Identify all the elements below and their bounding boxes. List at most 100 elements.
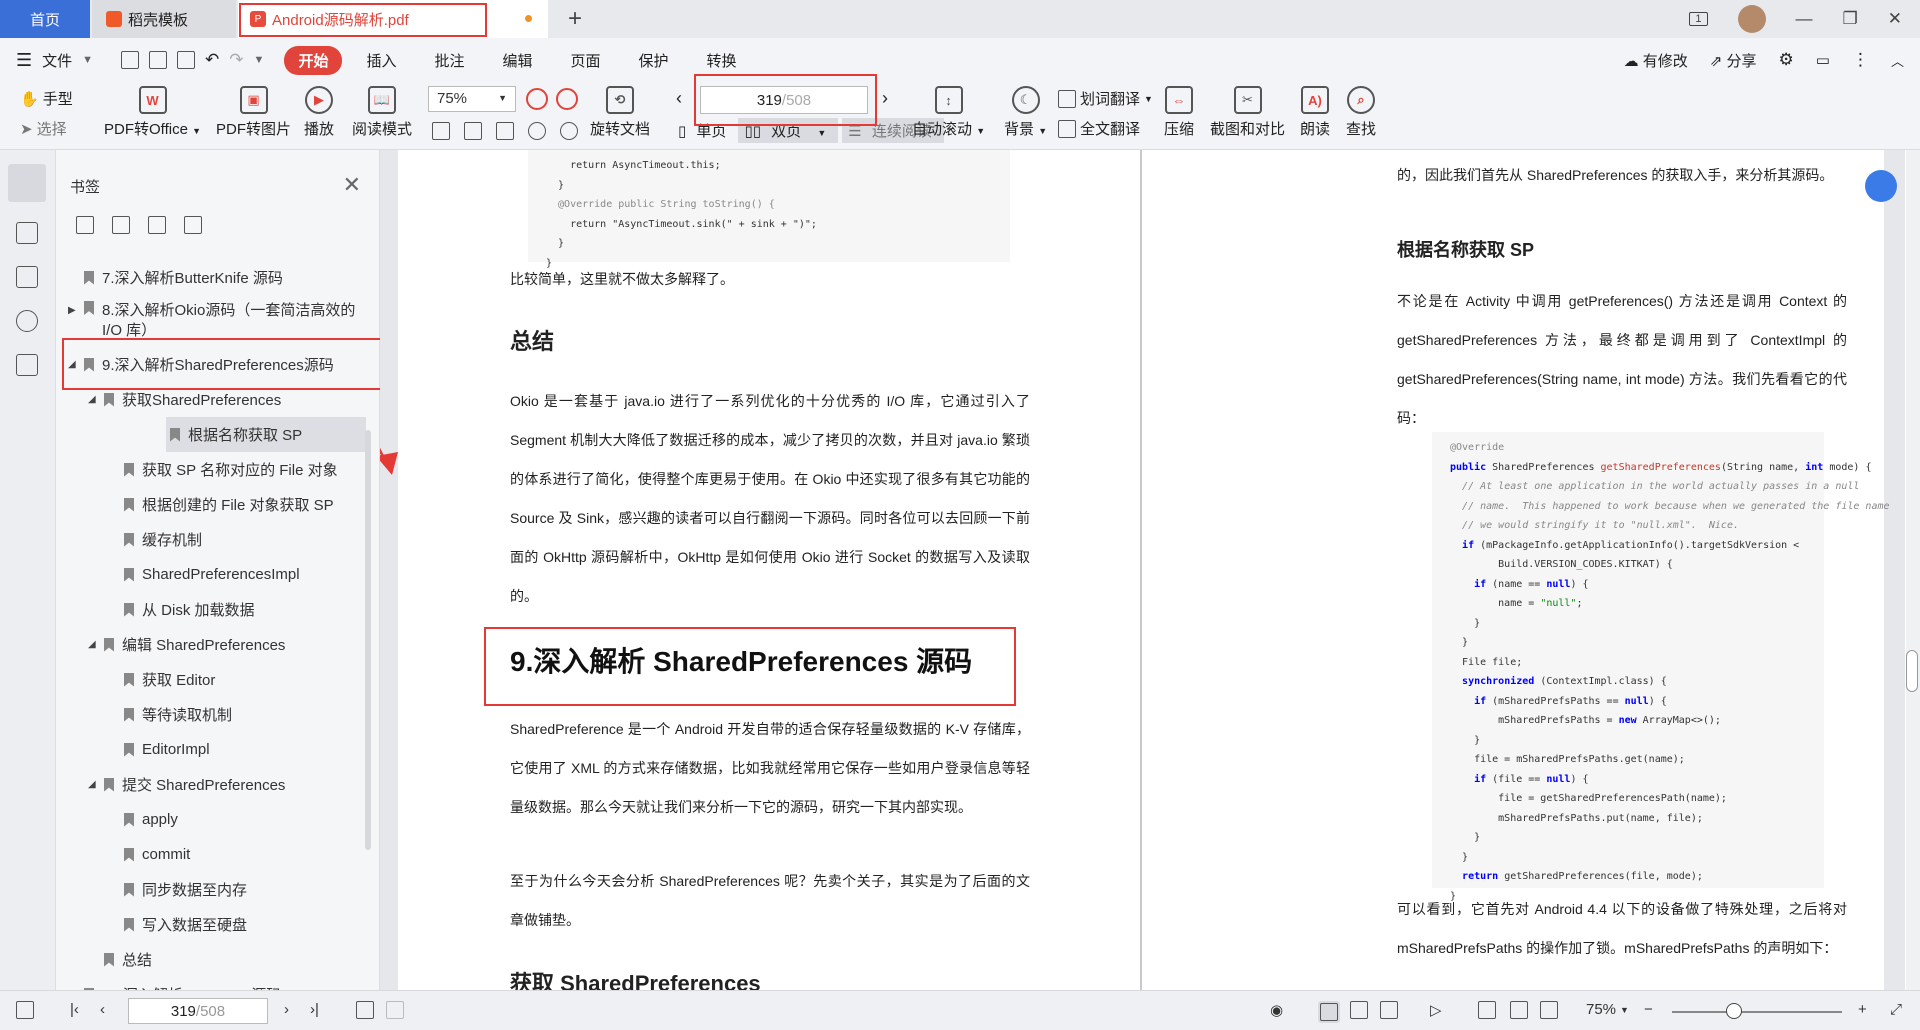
bookmark-icon[interactable]	[184, 216, 202, 234]
comment-icon[interactable]	[16, 266, 38, 288]
forward-icon[interactable]	[386, 1001, 404, 1019]
bookmark-item[interactable]: 缓存机制	[56, 522, 366, 557]
zoom-out-icon[interactable]	[526, 88, 548, 110]
bookmark-item[interactable]: 写入数据至硬盘	[56, 907, 366, 942]
zoom-slider-knob[interactable]	[1726, 1003, 1742, 1019]
continuous-view-icon[interactable]	[1318, 1001, 1340, 1023]
prev-page-button[interactable]: ‹	[100, 1001, 105, 1018]
double-view-icon[interactable]	[1380, 1001, 1398, 1019]
bookmark-item[interactable]: apply	[56, 802, 366, 837]
toggle-sidebar-icon[interactable]	[16, 1001, 34, 1019]
actual-size-icon[interactable]	[1478, 1001, 1496, 1019]
expand-all-icon[interactable]	[76, 216, 94, 234]
new-tab-button[interactable]: +	[560, 0, 590, 38]
bookmark-item[interactable]: ◢ 提交 SharedPreferences	[56, 767, 366, 802]
rotate-right-icon[interactable]	[560, 122, 578, 140]
assistant-float-button[interactable]	[1865, 170, 1897, 202]
open-icon[interactable]	[121, 51, 140, 69]
window-count-badge[interactable]: 1	[1689, 12, 1708, 26]
settings-icon[interactable]: ⚙	[1779, 50, 1794, 70]
prev-page-icon[interactable]: ‹	[676, 88, 682, 109]
zoom-select[interactable]: 75% ▼	[428, 86, 516, 112]
close-icon[interactable]: ✕	[343, 172, 361, 198]
double-page-button[interactable]: ▯▯ 双页 ▼	[738, 118, 839, 143]
bookmark-item[interactable]: 7.深入解析ButterKnife 源码	[56, 260, 366, 295]
bookmark-item[interactable]: 从 Disk 加载数据	[56, 592, 366, 627]
menu-annotate[interactable]: 批注	[420, 46, 478, 75]
tab-docer[interactable]: 稻壳模板	[92, 0, 236, 38]
undo-icon[interactable]: ↶	[205, 50, 219, 70]
changes-button[interactable]: ☁ 有修改	[1624, 50, 1688, 71]
single-page-button[interactable]: ▯ 单页	[672, 118, 738, 143]
print-icon[interactable]	[177, 51, 196, 69]
read-aloud-button[interactable]: A) 朗读	[1300, 86, 1330, 139]
bookmark-panel-icon[interactable]	[8, 164, 46, 202]
pdf-to-office-button[interactable]: W PDF转Office ▼	[104, 86, 201, 139]
menu-start[interactable]: 开始	[284, 45, 343, 75]
zoom-out-button[interactable]: −	[1644, 1001, 1653, 1018]
fit-width-icon[interactable]	[496, 122, 514, 140]
background-button[interactable]: ☾ 背景 ▼	[1004, 86, 1047, 139]
quick-more-icon[interactable]: ▼	[254, 54, 265, 66]
chevron-down-icon[interactable]: ▼	[82, 54, 93, 66]
add-bookmark-icon[interactable]	[148, 216, 166, 234]
avatar[interactable]	[1737, 5, 1766, 33]
menu-convert[interactable]: 转换	[693, 46, 751, 75]
collapse-arrow-icon[interactable]: ◢	[68, 359, 80, 370]
bookmark-item[interactable]: SharedPreferencesImpl	[56, 557, 366, 592]
file-menu[interactable]: 文件	[42, 50, 72, 71]
auto-scroll-button[interactable]: ↕ 自动滚动 ▼	[912, 86, 985, 139]
bookmark-item[interactable]: ◢ 9.深入解析SharedPreferences源码	[56, 347, 366, 382]
bookmark-item[interactable]: EditorImpl	[56, 732, 366, 767]
single-view-icon[interactable]	[1350, 1001, 1368, 1019]
bookmark-item[interactable]: ◢ 获取SharedPreferences	[56, 382, 366, 417]
thumbnail-icon[interactable]	[16, 222, 38, 244]
bookmark-item[interactable]: 根据创建的 File 对象获取 SP	[56, 487, 366, 522]
collapse-all-icon[interactable]	[112, 216, 130, 234]
screenshot-compare-button[interactable]: ✂ 截图和对比	[1210, 86, 1285, 139]
menu-insert[interactable]: 插入	[352, 46, 410, 75]
fullscreen-icon[interactable]: ⤢	[1890, 1001, 1902, 1018]
actual-size-icon[interactable]	[432, 122, 450, 140]
pdf-to-image-button[interactable]: ▣ PDF转图片	[216, 86, 291, 139]
collapse-arrow-icon[interactable]: ◢	[88, 394, 100, 405]
bookmark-item[interactable]: 等待读取机制	[56, 697, 366, 732]
rotate-document-button[interactable]: ⟲ 旋转文档	[590, 86, 650, 139]
document-scrollbar-thumb[interactable]	[1906, 650, 1918, 692]
bookmark-scrollbar[interactable]	[365, 430, 371, 850]
tab-home[interactable]: 首页	[0, 0, 90, 38]
share-button[interactable]: ⇗ 分享	[1710, 50, 1757, 71]
find-button[interactable]: ⌕ 查找	[1346, 86, 1376, 139]
fit-width-icon[interactable]	[1540, 1001, 1558, 1019]
feedback-icon[interactable]: ▭	[1816, 51, 1830, 69]
hand-tool[interactable]: ✋ 手型	[20, 88, 73, 109]
expand-arrow-icon[interactable]: ▶	[68, 301, 80, 321]
bookmark-item[interactable]: ▶ 8.深入解析Okio源码（一套简洁高效的 I/O 库）	[56, 295, 366, 347]
zoom-in-icon[interactable]	[556, 88, 578, 110]
redo-icon[interactable]: ↷	[229, 50, 243, 70]
rotate-left-icon[interactable]	[528, 122, 546, 140]
select-tool[interactable]: ➤ 选择	[20, 118, 67, 139]
menu-page[interactable]: 页面	[557, 46, 615, 75]
compress-button[interactable]: ⇔ 压缩	[1164, 86, 1194, 139]
zoom-in-button[interactable]: +	[1858, 1001, 1867, 1018]
play-icon[interactable]: ▷	[1430, 1001, 1442, 1019]
eye-protect-icon[interactable]: ◉	[1270, 1001, 1283, 1019]
word-translate-button[interactable]: 划词翻译 ▼	[1058, 88, 1153, 109]
menu-edit[interactable]: 编辑	[488, 46, 546, 75]
back-icon[interactable]	[356, 1001, 374, 1019]
last-page-icon[interactable]: ›|	[310, 1001, 319, 1018]
document-scrollbar[interactable]	[1906, 150, 1920, 990]
next-page-button[interactable]: ›	[284, 1001, 289, 1018]
bookmark-item[interactable]: 根据名称获取 SP	[166, 417, 366, 452]
page-number-input[interactable]: 319/508	[700, 86, 868, 114]
save-icon[interactable]	[149, 51, 168, 69]
status-zoom-select[interactable]: 75% ▼	[1586, 1001, 1629, 1018]
attachment-icon[interactable]	[16, 310, 38, 332]
bookmark-item[interactable]: 获取 SP 名称对应的 File 对象	[56, 452, 366, 487]
minimize-button[interactable]: —	[1796, 9, 1813, 29]
hamburger-icon[interactable]: ☰	[16, 50, 32, 71]
signature-icon[interactable]	[16, 354, 38, 376]
collapse-arrow-icon[interactable]: ◢	[88, 639, 100, 650]
bookmark-item[interactable]: 总结	[56, 942, 366, 977]
